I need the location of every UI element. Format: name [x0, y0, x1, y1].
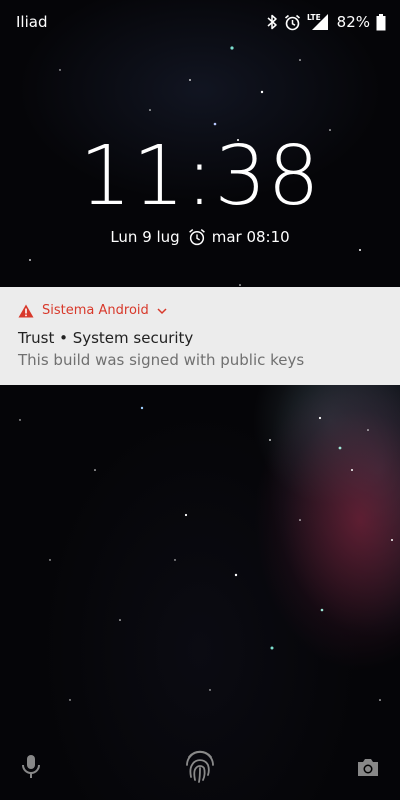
alarm-icon	[284, 14, 301, 31]
signal-icon: LTE	[307, 13, 329, 31]
battery-icon	[376, 13, 386, 31]
network-type-label: LTE	[307, 13, 321, 22]
notification-title: Trust • System security	[18, 329, 194, 347]
lockscreen-date: Lun 9 lug	[110, 228, 180, 246]
notification-text: This build was signed with public keys	[18, 351, 305, 369]
lockscreen-clock: 11:38	[79, 129, 321, 224]
fingerprint-icon[interactable]	[184, 748, 216, 788]
alarm-icon	[188, 228, 206, 246]
notification-app-name: Sistema Android	[42, 303, 149, 318]
status-icons: LTE 82%	[266, 11, 386, 33]
carrier-name: Iliad	[16, 13, 48, 31]
warning-icon	[18, 304, 34, 318]
camera-icon[interactable]	[356, 756, 380, 782]
status-bar: Iliad LTE 82%	[0, 0, 400, 44]
chevron-down-icon[interactable]	[157, 307, 167, 315]
notification-card[interactable]: Sistema Android Trust • System security …	[0, 287, 400, 385]
star-field	[19, 46, 393, 701]
lockscreen-shortcuts	[0, 740, 400, 800]
next-alarm-time: mar 08:10	[211, 228, 290, 246]
microphone-icon[interactable]	[20, 754, 42, 784]
date-alarm-row: Lun 9 lug mar 08:10	[0, 228, 400, 246]
battery-percentage: 82%	[336, 13, 370, 31]
notification-header[interactable]: Sistema Android	[18, 303, 167, 318]
bluetooth-icon	[266, 14, 278, 30]
